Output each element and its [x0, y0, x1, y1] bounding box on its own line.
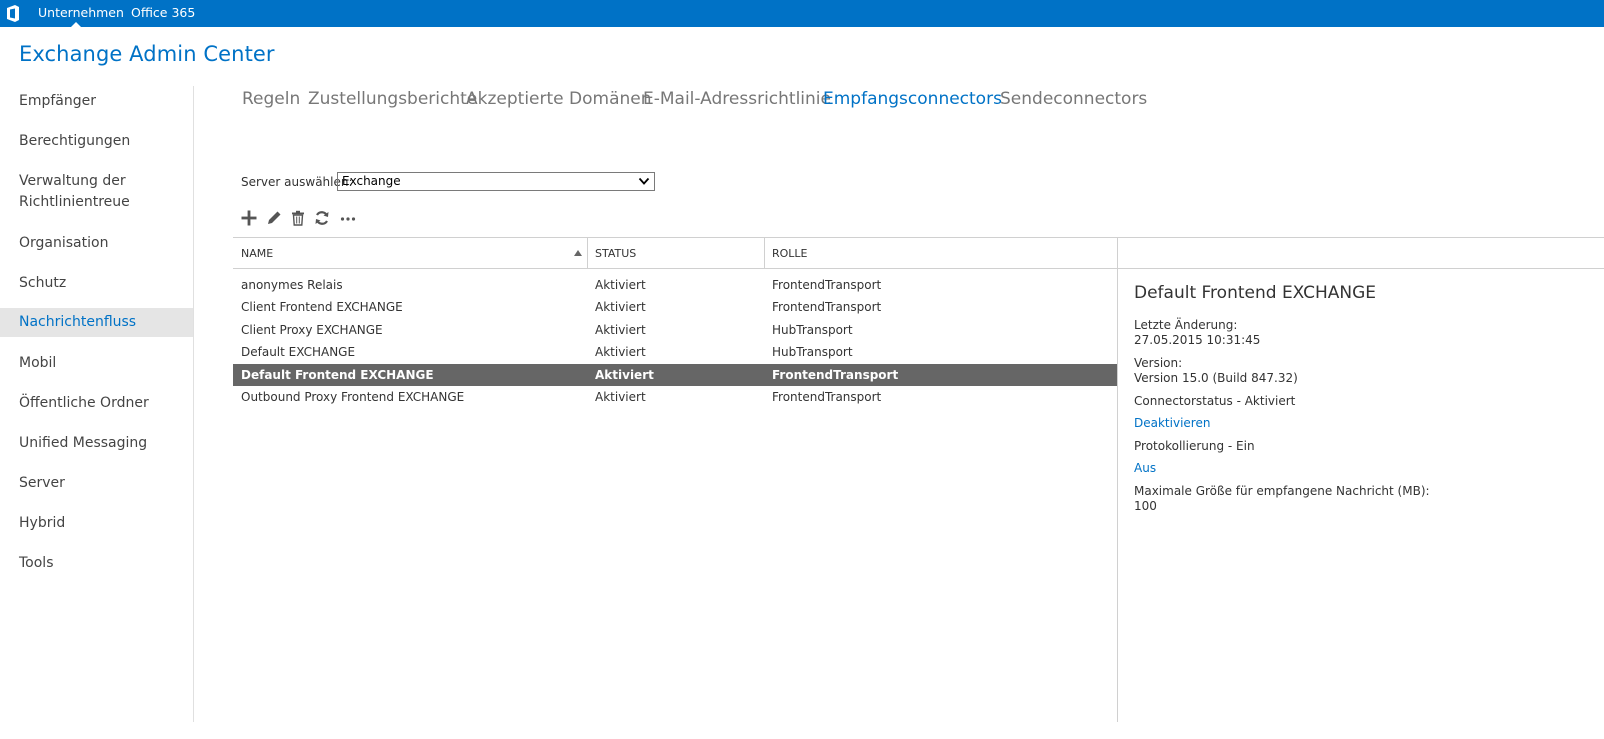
max-size-value: 100	[1134, 499, 1157, 513]
details-pane-divider	[1117, 238, 1118, 722]
logging-status: Protokollierung - Ein	[1134, 439, 1255, 453]
cell-name: Client Frontend EXCHANGE	[241, 300, 403, 314]
cell-role: FrontendTransport	[772, 390, 882, 404]
cell-name: Default Frontend EXCHANGE	[241, 368, 434, 382]
delete-icon[interactable]	[289, 209, 307, 227]
tab-sendeconnectors[interactable]: Sendeconnectors	[1000, 89, 1147, 109]
sidebar-item-hybrid[interactable]: Hybrid	[0, 513, 193, 534]
details-title: Default Frontend EXCHANGE	[1134, 283, 1377, 303]
sidebar-item-mobil[interactable]: Mobil	[0, 353, 193, 374]
add-icon[interactable]	[240, 209, 258, 227]
sort-ascending-icon	[574, 250, 582, 256]
column-separator[interactable]	[764, 238, 765, 268]
cell-name: Default EXCHANGE	[241, 345, 356, 359]
sidebar-item-tools[interactable]: Tools	[0, 553, 193, 574]
cell-role: FrontendTransport	[772, 368, 899, 382]
version-value: Version 15.0 (Build 847.32)	[1134, 371, 1298, 385]
app-title: Exchange Admin Center	[19, 42, 275, 66]
logging-off-link[interactable]: Aus	[1134, 461, 1156, 476]
sidebar-item-nachrichtenfluss[interactable]: Nachrichtenfluss	[0, 308, 193, 337]
server-select-label: Server auswählen:	[241, 175, 353, 189]
last-changed-label: Letzte Änderung:	[1134, 318, 1238, 332]
server-select-value: Exchange	[342, 174, 401, 188]
table-row[interactable]: anonymes Relais Aktiviert FrontendTransp…	[233, 274, 1117, 296]
sidebar-item-richtlinientreue[interactable]: Verwaltung der Richtlinientreue	[0, 171, 193, 213]
top-bar: Unternehmen Office 365	[0, 0, 1604, 27]
column-header-name[interactable]: NAME	[241, 247, 273, 260]
table-row[interactable]: Client Frontend EXCHANGE Aktiviert Front…	[233, 296, 1117, 318]
topnav-office365[interactable]: Office 365	[131, 5, 195, 21]
table-row[interactable]: Client Proxy EXCHANGE Aktiviert HubTrans…	[233, 319, 1117, 341]
table-row[interactable]: Outbound Proxy Frontend EXCHANGE Aktivie…	[233, 386, 1117, 408]
server-select[interactable]: Exchange	[337, 172, 655, 191]
cell-status: Aktiviert	[595, 300, 646, 314]
sidebar-item-schutz[interactable]: Schutz	[0, 273, 193, 294]
cell-status: Aktiviert	[595, 368, 654, 382]
cell-status: Aktiviert	[595, 323, 646, 337]
deactivate-link[interactable]: Deaktivieren	[1134, 416, 1210, 431]
tab-regeln[interactable]: Regeln	[242, 89, 300, 109]
refresh-icon[interactable]	[313, 209, 331, 227]
cell-status: Aktiviert	[595, 278, 646, 292]
version-label: Version:	[1134, 356, 1183, 370]
cell-role: HubTransport	[772, 323, 853, 337]
table-row-selected[interactable]: Default Frontend EXCHANGE Aktiviert Fron…	[233, 364, 1117, 386]
connector-status: Connectorstatus - Aktiviert	[1134, 394, 1296, 408]
cell-name: anonymes Relais	[241, 278, 343, 292]
column-header-rolle[interactable]: ROLLE	[772, 247, 808, 260]
sidebar-item-empfaenger[interactable]: Empfänger	[0, 91, 193, 112]
cell-name: Client Proxy EXCHANGE	[241, 323, 383, 337]
tab-email-adressrichtlinie[interactable]: E-Mail-Adressrichtlinie	[643, 89, 831, 109]
sidebar-item-organisation[interactable]: Organisation	[0, 233, 193, 254]
chevron-down-icon	[638, 177, 650, 185]
grid-header-border	[233, 268, 1604, 269]
cell-role: HubTransport	[772, 345, 853, 359]
column-separator[interactable]	[587, 238, 588, 268]
active-topnav-caret-icon	[71, 22, 81, 27]
sidebar-item-unified-messaging[interactable]: Unified Messaging	[0, 433, 193, 454]
cell-name: Outbound Proxy Frontend EXCHANGE	[241, 390, 465, 404]
last-changed-value: 27.05.2015 10:31:45	[1134, 333, 1261, 347]
topnav-unternehmen[interactable]: Unternehmen	[38, 5, 124, 21]
edit-icon[interactable]	[265, 209, 283, 227]
tab-akzeptierte-domaenen[interactable]: Akzeptierte Domänen	[466, 89, 652, 109]
sidebar-item-server[interactable]: Server	[0, 473, 193, 494]
grid-top-border	[233, 237, 1604, 238]
column-header-status[interactable]: STATUS	[595, 247, 636, 260]
sidebar-item-berechtigungen[interactable]: Berechtigungen	[0, 131, 193, 152]
cell-role: FrontendTransport	[772, 300, 882, 314]
tab-empfangsconnectors[interactable]: Empfangsconnectors	[823, 89, 1002, 109]
cell-role: FrontendTransport	[772, 278, 882, 292]
office-logo-icon[interactable]	[6, 5, 20, 22]
sidebar-divider	[193, 86, 194, 722]
sidebar-item-oeffentliche-ordner[interactable]: Öffentliche Ordner	[0, 393, 193, 414]
max-size-label: Maximale Größe für empfangene Nachricht …	[1134, 484, 1430, 498]
more-icon[interactable]	[339, 209, 357, 227]
tab-zustellungsberichte[interactable]: Zustellungsberichte	[308, 89, 477, 109]
table-row[interactable]: Default EXCHANGE Aktiviert HubTransport	[233, 341, 1117, 363]
cell-status: Aktiviert	[595, 345, 646, 359]
cell-status: Aktiviert	[595, 390, 646, 404]
